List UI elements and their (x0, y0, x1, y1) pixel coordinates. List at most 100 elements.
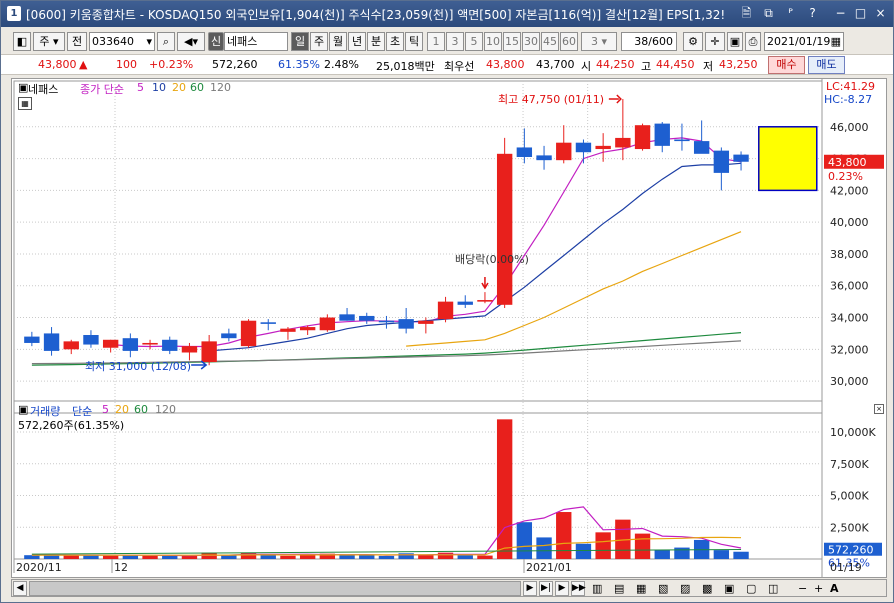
volume-bar (63, 555, 79, 559)
stock-code-input[interactable]: 033640 ▾ (89, 32, 155, 51)
stock-title: 네패스 (28, 83, 59, 96)
tool-icon-7[interactable]: ▣ (724, 582, 734, 595)
candle-body (575, 142, 592, 153)
volume-bar (240, 552, 257, 559)
data-count-field[interactable]: 38/600 (621, 32, 677, 51)
cascade-icon[interactable]: ⧉ (761, 6, 776, 21)
pane-close-icon[interactable]: × (874, 404, 884, 414)
indicator-icon[interactable]: ⚙ (683, 32, 703, 51)
prev-button[interactable]: 전 (67, 32, 87, 51)
window-number-icon: 1 (7, 6, 21, 21)
minimize-icon[interactable]: − (833, 6, 848, 21)
save-layout-icon[interactable]: 🗎 (739, 6, 754, 21)
open-price: 44,250 (596, 58, 635, 71)
calendar-icon: ▦ (830, 35, 841, 48)
new-badge: 신 (208, 32, 224, 51)
interval-45-button[interactable]: 45 (541, 32, 559, 51)
period-year-tab[interactable]: 년 (348, 32, 366, 51)
chart-panel[interactable]: 30,000 32,000 34,000 36,000 38,000 40,000 42,0… (11, 78, 887, 578)
tool-icon-8[interactable]: ▢ (746, 582, 756, 595)
high-label: 고 (641, 60, 652, 73)
scroll-track[interactable] (29, 581, 521, 596)
close-icon[interactable]: × (873, 6, 888, 21)
volume-bar (516, 522, 533, 559)
stock-name-field[interactable]: 네패스 (224, 32, 288, 51)
candle-body (299, 327, 316, 331)
pin-icon[interactable]: ᴾ (783, 6, 798, 21)
grid-toggle-icon[interactable]: ▦ (18, 97, 32, 110)
period-second-tab[interactable]: 초 (386, 32, 404, 51)
interval-select[interactable]: 3 ▾ (581, 32, 617, 51)
volume-pane-menu-icon[interactable]: ▣ (18, 403, 28, 416)
volume-ma-line-60 (31, 548, 742, 555)
low-annotation: 최저 31,000 (12/08) (85, 360, 192, 373)
zoom-in-icon[interactable]: + (814, 582, 823, 595)
price-change-pct: +0.23% (149, 58, 194, 71)
volume-pane-frame (13, 400, 823, 560)
dividend-annotation: 배당락(0.00%) (455, 253, 529, 266)
type-select[interactable]: 주 ▾ (33, 32, 65, 51)
buy-button[interactable]: 매수 (768, 56, 805, 74)
interval-10-button[interactable]: 10 (484, 32, 502, 51)
x-last-date-label: 01/19 (830, 561, 862, 574)
interval-3-button[interactable]: 3 (446, 32, 464, 51)
tool-icon-3[interactable]: ▦ (636, 582, 646, 595)
period-tick-tab[interactable]: 틱 (405, 32, 423, 51)
crosshair-icon[interactable]: ✛ (705, 32, 725, 51)
pane-menu-icon[interactable]: ▣ (18, 81, 28, 94)
interval-30-button[interactable]: 30 (522, 32, 540, 51)
sell-button[interactable]: 매도 (808, 56, 845, 74)
scroll-next-icon[interactable]: ▶ (555, 581, 569, 596)
tool-icon-2[interactable]: ▤ (614, 582, 624, 595)
price-tick-label: 34,000 (830, 312, 869, 325)
maximize-icon[interactable]: □ (853, 6, 868, 21)
font-size-icon[interactable]: A (830, 582, 839, 595)
candle-body (162, 339, 178, 351)
interval-60-button[interactable]: 60 (560, 32, 578, 51)
interval-1-button[interactable]: 1 (427, 32, 445, 51)
volume-bar (142, 555, 158, 559)
volume-bar (477, 555, 493, 559)
price-tick-label: 46,000 (830, 121, 869, 134)
volume-bar (634, 533, 651, 559)
chart-svg[interactable]: 30,000 32,000 34,000 36,000 38,000 40,000 42,0… (12, 79, 886, 577)
help-icon[interactable]: ? (805, 6, 820, 21)
volume-bar (654, 550, 670, 559)
period-week-tab[interactable]: 주 (310, 32, 328, 51)
volume-ma-60: 60 (134, 403, 148, 416)
sound-icon[interactable]: ◀▾ (177, 32, 205, 51)
candle-body (260, 322, 276, 324)
zoom-out-icon[interactable]: − (798, 582, 807, 595)
tool-icon-5[interactable]: ▨ (680, 582, 690, 595)
scroll-right-icon[interactable]: ▶ (523, 581, 537, 596)
save-icon[interactable]: ▣ (727, 32, 743, 51)
interval-5-button[interactable]: 5 (465, 32, 483, 51)
tool-icon-9[interactable]: ◫ (768, 582, 778, 595)
layout-icon[interactable]: ◧ (13, 32, 31, 51)
volume-tick-label: 7,500K (830, 458, 869, 471)
price-tick-label: 30,000 (830, 375, 869, 388)
print-icon[interactable]: ⎙ (745, 32, 761, 51)
volume-ma-120: 120 (155, 403, 176, 416)
volume-bar (221, 555, 237, 559)
period-minute-tab[interactable]: 분 (367, 32, 385, 51)
price-bar: 43,800 ▲ 100 +0.23% 572,260 61.35% 2.48%… (1, 55, 893, 75)
volume-bar (299, 555, 316, 559)
candle-body (516, 147, 533, 157)
scroll-end-icon[interactable]: ▶| (539, 581, 553, 596)
tool-icon-4[interactable]: ▧ (658, 582, 668, 595)
date-field[interactable]: 2021/01/19 ▦ (764, 32, 844, 51)
scroll-left-icon[interactable]: ◀ (13, 581, 27, 596)
period-month-tab[interactable]: 월 (329, 32, 347, 51)
chart-scrollbar[interactable]: ◀ ▶ ▶| ▶ ▶▶ ▥ ▤ ▦ ▧ ▨ ▩ ▣ ▢ ◫ − + A (11, 579, 887, 597)
candle-body (496, 153, 513, 305)
search-icon[interactable]: ⌕ (157, 32, 175, 51)
candle-body (122, 338, 139, 351)
tool-icon-6[interactable]: ▩ (702, 582, 712, 595)
candle-body (634, 125, 651, 150)
interval-15-button[interactable]: 15 (503, 32, 521, 51)
scroll-play-icon[interactable]: ▶▶ (571, 581, 586, 596)
price-tick-label: 36,000 (830, 280, 869, 293)
period-day-tab[interactable]: 일 (291, 32, 309, 51)
tool-icon-1[interactable]: ▥ (592, 582, 602, 595)
